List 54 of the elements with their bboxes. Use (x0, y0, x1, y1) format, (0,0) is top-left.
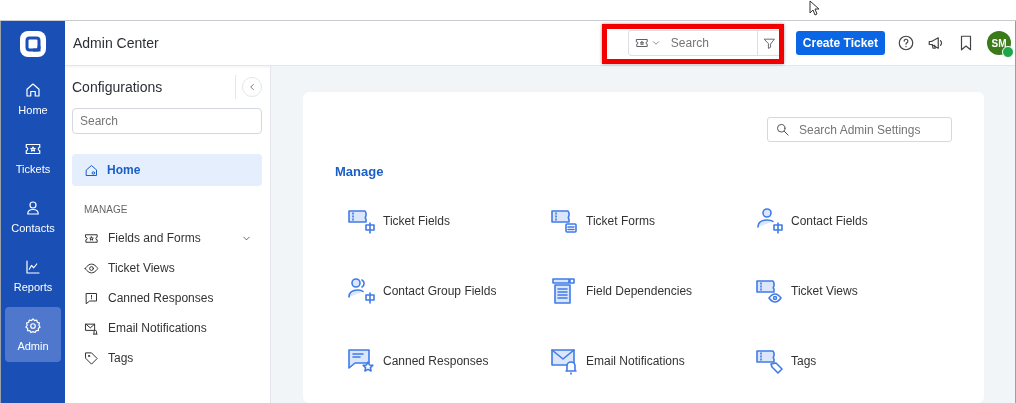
section-heading: MANAGE (84, 204, 129, 215)
ticket-field-icon (347, 207, 375, 235)
nav-item[interactable]: Tickets (5, 130, 61, 185)
sidebar-item[interactable]: Email Notifications (72, 313, 262, 343)
sidebar-item[interactable]: Canned Responses (72, 283, 262, 313)
settings-link[interactable]: Email Notifications (550, 333, 755, 389)
settings-link[interactable]: Ticket Forms (550, 193, 755, 249)
tag-icon (84, 350, 99, 366)
document-icon (550, 277, 578, 305)
people-field-icon (347, 277, 375, 305)
nav-item[interactable]: Contacts (5, 189, 61, 244)
search-field[interactable]: Search (72, 108, 262, 134)
settings-link[interactable]: Canned Responses (347, 333, 550, 389)
ticket-tag-icon (755, 347, 783, 375)
ticket-icon (634, 36, 649, 50)
help-icon (897, 34, 915, 52)
page-title: Admin Center (73, 35, 160, 51)
sidebar-item[interactable]: Ticket Views (72, 253, 262, 283)
settings-link[interactable]: Ticket Views (755, 263, 952, 319)
settings-link[interactable]: Ticket Fields (347, 193, 550, 249)
search-field[interactable]: Search Admin Settings (767, 117, 952, 142)
nav-item[interactable]: Reports (5, 248, 61, 303)
search-icon (775, 122, 790, 137)
section-heading: Manage (335, 164, 385, 179)
ticket-eye-icon (755, 277, 783, 305)
mail-bell-icon (550, 347, 578, 375)
chat-icon (84, 290, 99, 306)
megaphone-icon (927, 34, 945, 52)
ticket-form-icon (550, 207, 578, 235)
sidebar-title: Configurations (72, 79, 164, 95)
create-ticket-button[interactable]: Create Ticket (795, 31, 885, 55)
home-icon (84, 162, 99, 178)
chevron-left-icon (247, 82, 257, 92)
settings-link[interactable]: Field Dependencies (550, 263, 755, 319)
settings-link[interactable]: Contact Group Fields (347, 263, 550, 319)
nav-item[interactable]: Admin (5, 307, 61, 362)
chat-star-icon (347, 347, 375, 375)
sidebar-item[interactable]: Tags (72, 343, 262, 373)
nav-item[interactable]: Home (5, 71, 61, 126)
person-field-icon (755, 207, 783, 235)
line-chart-icon (24, 258, 42, 276)
sidebar-item[interactable]: Home (72, 154, 262, 186)
mail-bell-icon (84, 320, 99, 336)
chevron-down-icon (650, 38, 661, 48)
person-icon (24, 199, 42, 217)
logo-icon (18, 29, 48, 59)
filter-icon (762, 36, 776, 50)
sidebar-item[interactable]: Fields and Forms (72, 223, 262, 253)
gear-icon (24, 317, 42, 335)
home-icon (24, 81, 42, 99)
eye-icon (84, 260, 99, 276)
settings-link[interactable]: Tags (755, 333, 952, 389)
user-avatar[interactable]: SM (987, 31, 1011, 55)
settings-link[interactable]: Contact Fields (755, 193, 952, 249)
